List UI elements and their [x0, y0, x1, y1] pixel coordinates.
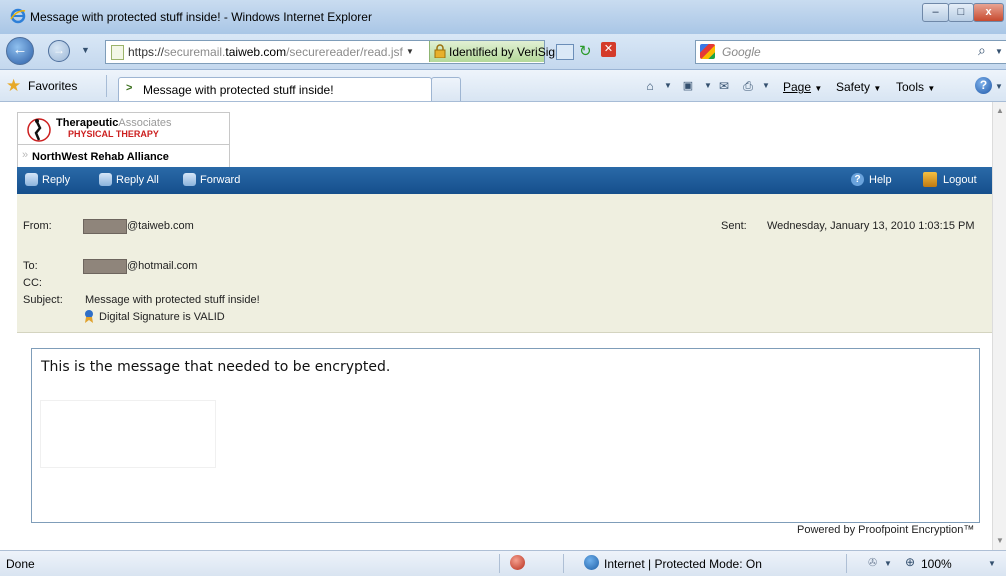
zoom-dropdown-left-icon[interactable]: ▼: [884, 559, 892, 568]
vertical-scrollbar[interactable]: ▲ ▼: [992, 102, 1006, 550]
new-tab-button[interactable]: [431, 77, 461, 101]
search-input[interactable]: Google ⌕ ▼: [695, 40, 1006, 64]
compatibility-icon[interactable]: [556, 44, 574, 60]
subject-label: Subject:: [23, 294, 63, 306]
cc-label: CC:: [23, 277, 42, 289]
from-value: @taiweb.com: [127, 220, 194, 232]
logout-link[interactable]: Logout: [943, 174, 977, 186]
padlock-icon: [434, 44, 446, 61]
reply-icon: [25, 173, 38, 186]
divider: [846, 554, 847, 573]
company-logo: TherapeuticAssociates PHYSICAL THERAPY »…: [17, 112, 230, 168]
help-link[interactable]: Help: [869, 174, 892, 186]
forward-button[interactable]: →: [48, 40, 70, 62]
close-button[interactable]: x: [973, 3, 1004, 22]
url-dropdown-icon[interactable]: ▼: [406, 47, 414, 56]
window-title: Message with protected stuff inside! - W…: [30, 10, 372, 24]
ie-logo-icon: [10, 8, 26, 24]
reply-all-button[interactable]: Reply All: [116, 174, 159, 186]
message-header: From: @taiweb.com Sent: Wednesday, Janua…: [17, 194, 992, 333]
from-label: From:: [23, 220, 52, 232]
feeds-icon[interactable]: ▣: [679, 78, 697, 94]
privacy-report-icon[interactable]: [510, 555, 525, 570]
powered-by: Powered by Proofpoint Encryption™: [797, 524, 975, 536]
subject-value: Message with protected stuff inside!: [85, 294, 260, 306]
home-dropdown-icon[interactable]: ▼: [659, 78, 677, 94]
forward-icon: [183, 173, 196, 186]
zoom-icon: ⊕: [905, 555, 916, 569]
safety-menu[interactable]: Safety ▼: [836, 80, 881, 94]
tools-menu[interactable]: Tools ▼: [896, 80, 935, 94]
status-bar: Done Internet | Protected Mode: On ✇ ▼ ⊕…: [0, 550, 1006, 576]
stop-icon[interactable]: ✕: [601, 42, 616, 57]
help-icon[interactable]: ?: [975, 77, 992, 94]
sent-label: Sent:: [721, 220, 747, 232]
divider: [106, 75, 107, 97]
home-icon[interactable]: ⌂: [641, 78, 659, 94]
divider: [499, 554, 500, 573]
ribbon-badge-icon: [83, 309, 95, 326]
favorites-bar: ★ Favorites > Message with protected stu…: [0, 70, 1006, 102]
title-bar: Message with protected stuff inside! - W…: [0, 0, 1006, 35]
reply-all-icon: [99, 173, 112, 186]
logo-subtitle: PHYSICAL THERAPY: [68, 129, 159, 139]
tab-page-icon: >: [126, 82, 133, 94]
reply-button[interactable]: Reply: [42, 174, 70, 186]
refresh-icon[interactable]: ↻: [579, 42, 592, 60]
logo-brand: TherapeuticAssociates: [56, 117, 172, 129]
message-body: This is the message that needed to be en…: [31, 348, 980, 523]
body-text: This is the message that needed to be en…: [41, 359, 391, 375]
message-toolbar: Reply Reply All Forward ? Help Logout: [17, 167, 992, 194]
internet-globe-icon: [584, 555, 599, 570]
zoom-level[interactable]: 100%: [921, 557, 952, 571]
logo-divider: [18, 144, 229, 145]
favorites-star-icon: ★: [6, 76, 22, 95]
print-icon[interactable]: ⎙: [739, 78, 757, 94]
minimize-button[interactable]: –: [922, 3, 949, 22]
maximize-button[interactable]: □: [948, 3, 974, 22]
redacted-block: [40, 400, 216, 468]
alliance-name: NorthWest Rehab Alliance: [32, 151, 169, 163]
zoom-dropdown-icon[interactable]: ▼: [988, 559, 996, 568]
scroll-down-icon[interactable]: ▼: [996, 536, 1004, 545]
favorites-button[interactable]: Favorites: [28, 79, 77, 93]
scroll-up-icon[interactable]: ▲: [996, 106, 1004, 115]
google-logo-icon: [700, 44, 715, 59]
help-dropdown-icon[interactable]: ▼: [995, 82, 1003, 91]
page-menu[interactable]: Page ▼: [783, 80, 822, 94]
history-dropdown-icon[interactable]: ▼: [81, 45, 90, 55]
url-text: https://securemail.taiweb.com/secureread…: [128, 45, 403, 59]
to-label: To:: [23, 260, 38, 272]
sent-value: Wednesday, January 13, 2010 1:03:15 PM: [767, 220, 975, 232]
forward-button[interactable]: Forward: [200, 174, 240, 186]
page-icon: [111, 45, 124, 60]
security-report[interactable]: Identified by VeriSign: [429, 41, 562, 62]
logo-figure-icon: [26, 117, 52, 146]
to-value: @hotmail.com: [127, 260, 198, 272]
identified-label: Identified by VeriSign: [449, 45, 562, 59]
search-placeholder: Google: [722, 45, 761, 59]
redacted-recipient: [83, 259, 127, 274]
mail-icon[interactable]: ✉: [715, 78, 733, 94]
redacted-sender: [83, 219, 127, 234]
search-icon[interactable]: ⌕: [978, 42, 986, 59]
address-bar: ← → ▼ https://securemail.taiweb.com/secu…: [0, 34, 1006, 70]
back-button[interactable]: ←: [6, 37, 34, 65]
security-zone[interactable]: Internet | Protected Mode: On: [604, 557, 762, 571]
logout-icon: [923, 172, 937, 187]
help-circle-icon: ?: [851, 173, 864, 186]
tab-message[interactable]: > Message with protected stuff inside!: [118, 77, 432, 101]
protected-mode-icon[interactable]: ✇: [868, 556, 877, 569]
status-text: Done: [6, 557, 35, 571]
page-content: TherapeuticAssociates PHYSICAL THERAPY »…: [0, 102, 1006, 550]
tab-label: Message with protected stuff inside!: [143, 83, 334, 97]
divider: [563, 554, 564, 573]
signature-status: Digital Signature is VALID: [99, 311, 225, 323]
print-dropdown-icon[interactable]: ▼: [757, 78, 775, 94]
search-dropdown-icon[interactable]: ▼: [995, 47, 1003, 56]
logo-swoosh-icon: »: [22, 149, 29, 161]
